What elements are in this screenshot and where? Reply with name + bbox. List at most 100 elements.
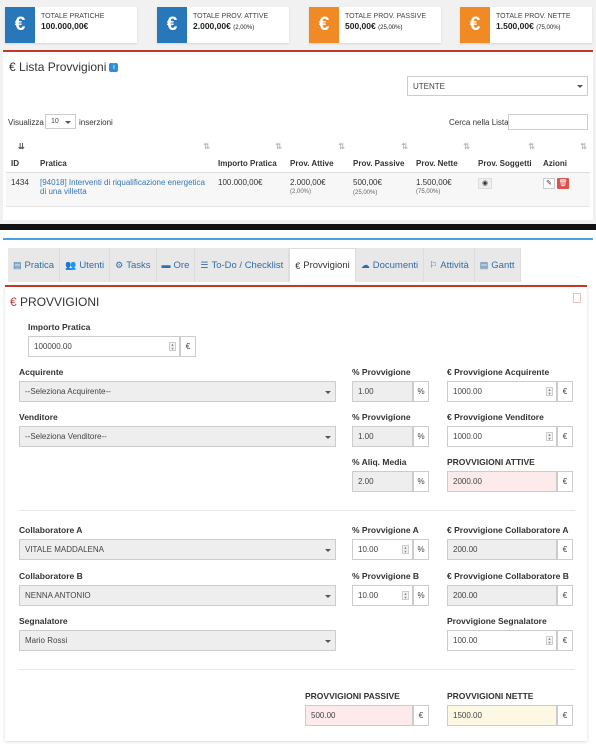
euro-addon: € — [557, 471, 573, 492]
provvigioni-panel: € PROVVIGIONI Importo Pratica 100000.00 ▲… — [5, 285, 587, 741]
venditore-label: Venditore — [19, 412, 58, 422]
col-azioni[interactable]: ⇅ Azioni — [538, 139, 590, 173]
chevron-down-icon — [325, 594, 331, 598]
euro-addon: € — [557, 381, 573, 402]
tab-todo[interactable]: ☰ To-Do / Checklist — [195, 248, 290, 282]
card-prov-passive: € TOTALE PROV. PASSIVE 500,00€ (25,00%) — [309, 7, 441, 43]
collapse-icon[interactable] — [573, 293, 581, 303]
prov-segnalatore-input[interactable]: 100.00 ▲ ▼ — [447, 630, 557, 651]
card-label: TOTALE PRATICHE — [41, 13, 105, 20]
users-icon: 👥 — [65, 259, 77, 270]
tab-tasks[interactable]: ⚙ Tasks — [110, 248, 157, 282]
lista-provvigioni-panel: € Lista Provvigioni i UTENTE Visualizza 1… — [3, 50, 593, 220]
prov-collaboratore-b-label: € Provvigione Collaboratore B — [447, 571, 569, 581]
stepper-icon[interactable]: ▲ ▼ — [402, 591, 409, 600]
tab-utenti[interactable]: 👥 Utenti — [60, 248, 111, 282]
collaboratore-a-select[interactable]: VITALE MADDALENA — [19, 539, 336, 560]
cell-importo: 100.000,00€ — [213, 172, 285, 207]
segnalatore-select[interactable]: Mario Rossi — [19, 630, 336, 651]
prov-venditore-label: € Provvigione Venditore — [447, 412, 544, 422]
chevron-down-icon — [325, 390, 331, 394]
chevron-down-icon — [65, 120, 71, 124]
prov-segnalatore-label: Provvigione Segnalatore — [447, 616, 547, 626]
prov-nette-input[interactable]: 1500.00 — [447, 705, 557, 726]
tab-bar: ▤ Pratica 👥 Utenti ⚙ Tasks ▬ Ore ☰ To-Do / Ch… — [3, 238, 593, 282]
prov-passive-label: PROVVIGIONI PASSIVE — [305, 691, 400, 701]
card-prov-attive: € TOTALE PROV. ATTIVE 2.000,00€ (2,00%) — [157, 7, 289, 43]
euro-icon: € — [157, 7, 187, 43]
tab-documenti[interactable]: ☁ Documenti — [355, 248, 425, 282]
table-header: ⇊ ID ⇅ Pratica ⇅ Importo Pratica ⇅ Prov. Att… — [6, 139, 590, 173]
prov-venditore-input[interactable]: 1000.00 ▲ ▼ — [447, 426, 557, 447]
aliq-media-label: % Aliq. Media — [352, 457, 407, 467]
euro-addon: € — [413, 705, 429, 726]
stepper-icon[interactable]: ▲ ▼ — [169, 342, 176, 351]
checklist-icon: ☰ — [200, 259, 209, 270]
acquirente-select[interactable]: --Seleziona Acquirente-- — [19, 381, 336, 402]
col-passive[interactable]: ⇅ Prov. Passive — [348, 139, 411, 173]
collaboratore-b-select[interactable]: NENNA ANTONIO — [19, 585, 336, 606]
importo-label: Importo Pratica — [28, 322, 91, 332]
pct-b-input[interactable]: 10.00 ▲ ▼ — [352, 585, 413, 606]
tab-gantt[interactable]: ▤ Gantt — [474, 248, 521, 282]
pct-provvigione-label: % Provvigione — [352, 412, 411, 422]
panel-title: € PROVVIGIONI — [10, 295, 100, 309]
tab-pratica[interactable]: ▤ Pratica — [8, 248, 61, 282]
pratica-link[interactable]: [94018] Interventi di riqualificazione e… — [40, 178, 205, 196]
col-nette[interactable]: ⇅ Prov. Nette — [411, 139, 473, 173]
pct-b-label: % Provvigione B — [352, 571, 420, 581]
tab-ore[interactable]: ▬ Ore — [156, 248, 196, 282]
card-value: 1.500,00€ (75,00%) — [496, 21, 561, 31]
gears-icon: ⚙ — [115, 259, 124, 270]
stepper-icon[interactable]: ▲ ▼ — [546, 636, 553, 645]
search-input[interactable] — [508, 114, 588, 130]
card-label: TOTALE PROV. ATTIVE — [193, 13, 269, 20]
col-attive[interactable]: ⇅ Prov. Attive — [285, 139, 348, 173]
card-totale-pratiche: € TOTALE PRATICHE 100.000,00€ — [5, 7, 137, 43]
cell-pratica: [94018] Interventi di riqualificazione e… — [35, 172, 213, 207]
collaboratore-a-label: Collaboratore A — [19, 525, 83, 535]
euro-addon: € — [557, 705, 573, 726]
card-label: TOTALE PROV. PASSIVE — [345, 13, 427, 20]
col-soggetti[interactable]: ⇅ Prov. Soggetti — [473, 139, 538, 173]
flag-icon: ⚐ — [429, 259, 438, 270]
prov-attive-input[interactable]: 2000.00 — [447, 471, 557, 492]
prov-passive-input[interactable]: 500.00 — [305, 705, 413, 726]
pct-a-input[interactable]: 10.00 ▲ ▼ — [352, 539, 413, 560]
user-select[interactable]: UTENTE — [407, 76, 588, 96]
stepper-icon[interactable]: ▲ ▼ — [546, 387, 553, 396]
cell-passive: 500,00€ (25,00%) — [348, 172, 411, 207]
delete-icon[interactable]: 🗑 — [557, 177, 570, 189]
venditore-select[interactable]: --Seleziona Venditore-- — [19, 426, 336, 447]
pct-acquirente-input[interactable]: 1.00 — [352, 381, 413, 402]
euro-addon: € — [180, 336, 196, 357]
tab-attivita[interactable]: ⚐ Attività — [424, 248, 475, 282]
pct-venditore-input[interactable]: 1.00 — [352, 426, 413, 447]
importo-input[interactable]: 100000.00 ▲ ▼ — [28, 336, 180, 357]
euro-addon: € — [557, 585, 573, 606]
cell-soggetti: ◉ — [473, 172, 538, 207]
prov-acquirente-input[interactable]: 1000.00 ▲ ▼ — [447, 381, 557, 402]
show-entries-suffix: inserzioni — [79, 118, 113, 127]
info-icon[interactable]: i — [109, 63, 119, 73]
prov-collaboratore-a-input[interactable]: 200.00 — [447, 539, 557, 560]
euro-addon: € — [557, 426, 573, 447]
prov-acquirente-label: € Provvigione Acquirente — [447, 367, 550, 377]
col-pratica[interactable]: ⇅ Pratica — [35, 139, 213, 173]
segnalatore-label: Segnalatore — [19, 616, 68, 626]
page-size-select[interactable]: 10 — [45, 114, 76, 129]
aliq-media-input[interactable]: 2.00 — [352, 471, 413, 492]
percent-addon: % — [413, 585, 429, 606]
col-id[interactable]: ⇊ ID — [6, 139, 35, 173]
eye-icon[interactable]: ◉ — [478, 177, 492, 189]
edit-icon[interactable]: ✎ — [543, 177, 555, 189]
tab-provvigioni[interactable]: € Provvigioni — [289, 248, 356, 282]
stepper-icon[interactable]: ▲ ▼ — [402, 545, 409, 554]
prov-collaboratore-b-input[interactable]: 200.00 — [447, 585, 557, 606]
prov-collaboratore-a-label: € Provvigione Collaboratore A — [447, 525, 569, 535]
stepper-icon[interactable]: ▲ ▼ — [546, 432, 553, 441]
panel-title: € Lista Provvigioni i — [9, 60, 119, 74]
col-importo[interactable]: ⇅ Importo Pratica — [213, 139, 285, 173]
percent-addon: % — [413, 471, 429, 492]
table-row: 1434 [94018] Interventi di riqualificazi… — [6, 172, 590, 207]
